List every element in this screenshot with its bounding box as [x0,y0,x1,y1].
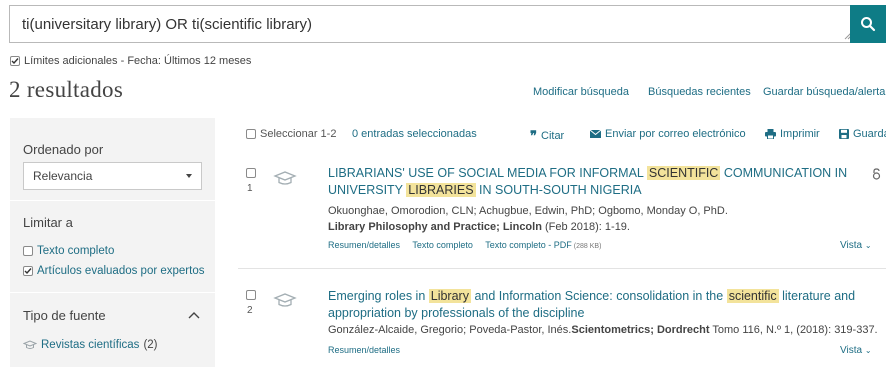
view-label: Vista [840,345,863,356]
highlight-term: LIBRARIES [406,183,476,197]
result-divider [238,268,886,269]
graduation-cap-icon [273,171,297,185]
title-text: Emerging roles in [328,289,429,303]
sort-select[interactable]: Relevancia [23,162,202,190]
filters-sidebar: Ordenado por Relevancia Limitar a Texto … [10,118,215,367]
source-type-title: Tipo de fuente [23,308,106,323]
source-type-count: (2) [143,339,158,351]
pdf-size: (288 KB) [573,243,602,250]
floppy-disk-icon [839,129,849,139]
result-links: Resumen/detalles [328,345,410,355]
peer-reviewed-checkbox[interactable] [23,266,33,276]
search-box[interactable] [9,5,855,43]
full-text-link[interactable]: Texto completo [412,240,473,250]
cite-label: Citar [541,130,565,142]
sidebar-divider [10,200,215,201]
recent-searches-link[interactable]: Búsquedas recientes [648,86,751,98]
highlight-term: scientific [726,289,779,303]
cite-button[interactable]: ❞ Citar [530,128,564,144]
result-title-link[interactable]: LIBRARIANS' USE OF SOCIAL MEDIA FOR INFO… [328,165,856,199]
save-label: Guarda [853,128,886,140]
sort-value: Relevancia [33,169,93,183]
highlight-term: Library [428,289,471,303]
envelope-icon [590,130,601,138]
result-number: 2 [247,305,253,316]
print-button[interactable]: Imprimir [765,128,820,140]
source-date: (Feb 2018): 1-19. [541,221,630,233]
pdf-link-label: Texto completo - PDF [485,240,572,250]
print-label: Imprimir [780,128,820,140]
result-authors: González-Alcaide, Gregorio; Poveda-Pasto… [328,324,572,336]
result-source: Library Philosophy and Practice; Lincoln… [328,221,630,233]
quote-icon: ❞ [530,128,537,143]
source-type-journals[interactable]: Revistas científicas (2) [23,339,158,351]
result-item: 2 Emerging roles in Library and Informat… [238,288,886,367]
title-text: LIBRARIANS' USE OF SOCIAL MEDIA FOR INFO… [328,166,647,180]
chevron-up-icon[interactable] [188,311,200,319]
selected-entries-link[interactable]: 0 entradas seleccionadas [352,128,477,140]
open-access-icon [872,168,881,180]
title-text: and Information Science: consolidation i… [470,289,727,303]
abstract-details-link[interactable]: Resumen/detalles [328,345,400,355]
result-links: Resumen/detalles Texto completo Texto co… [328,240,611,250]
select-all-checkbox[interactable] [246,129,256,139]
search-icon [861,17,876,32]
search-input[interactable] [10,6,854,42]
view-dropdown[interactable]: Vista ⌄ [840,345,872,356]
result-item: 1 LIBRARIANS' USE OF SOCIAL MEDIA FOR IN… [238,165,886,265]
peer-reviewed-label: Artículos evaluados por expertos [37,265,205,277]
select-range-label: Seleccionar 1-2 [260,128,337,140]
full-text-filter[interactable]: Texto completo [23,245,114,257]
result-title-link[interactable]: Emerging roles in Library and Informatio… [328,288,884,322]
title-text: IN SOUTH-SOUTH NIGERIA [475,183,642,197]
result-number: 1 [247,183,253,194]
view-label: Vista [840,240,863,251]
printer-icon [765,129,776,139]
chevron-down-icon: ⌄ [864,241,872,250]
source-publication: Library Philosophy and Practice; Lincoln [328,221,542,233]
result-checkbox[interactable] [246,168,256,178]
abstract-details-link[interactable]: Resumen/detalles [328,240,400,250]
chevron-down-icon [186,174,192,178]
full-text-checkbox[interactable] [23,246,33,256]
graduation-cap-icon [273,293,297,307]
limits-text: Límites adicionales - Fecha: Últimos 12 … [24,55,252,67]
source-date: Tomo 116, N.º 1, (2018): 319-337. [709,324,878,336]
title-text: COMMUNICATION IN [720,166,848,180]
modify-search-link[interactable]: Modificar búsqueda [533,86,629,98]
limits-checkbox[interactable] [10,56,20,66]
title-text: appropriation by professionals of the di… [328,306,585,320]
email-label: Enviar por correo electrónico [605,128,746,140]
full-text-pdf-link[interactable]: Texto completo - PDF (288 KB) [485,240,601,250]
result-authors: Okuonghae, Omorodion, CLN; Achugbue, Edw… [328,205,728,217]
result-authors-source: González-Alcaide, Gregorio; Poveda-Pasto… [328,324,878,336]
select-range[interactable]: Seleccionar 1-2 [246,128,336,140]
result-checkbox[interactable] [246,290,256,300]
source-type-label: Revistas científicas [41,339,140,351]
limit-title: Limitar a [23,215,73,230]
graduation-cap-icon [23,340,37,349]
sidebar-divider [10,292,215,293]
highlight-term: SCIENTIFIC [646,166,721,180]
search-button[interactable] [850,5,886,43]
peer-reviewed-filter[interactable]: Artículos evaluados por expertos [23,265,204,277]
view-dropdown[interactable]: Vista ⌄ [840,240,872,251]
title-text: UNIVERSITY [328,183,407,197]
save-search-alert-link[interactable]: Guardar búsqueda/alerta [763,86,885,98]
chevron-down-icon: ⌄ [864,346,872,355]
additional-limits: Límites adicionales - Fecha: Últimos 12 … [10,55,251,67]
full-text-label: Texto completo [37,245,115,257]
email-button[interactable]: Enviar por correo electrónico [590,128,746,140]
sort-title: Ordenado por [23,142,104,157]
save-button[interactable]: Guarda [839,128,886,140]
results-count: 2 resultados [9,77,124,102]
title-text: literature and [778,289,856,303]
source-publication: Scientometrics; Dordrecht [571,324,710,336]
